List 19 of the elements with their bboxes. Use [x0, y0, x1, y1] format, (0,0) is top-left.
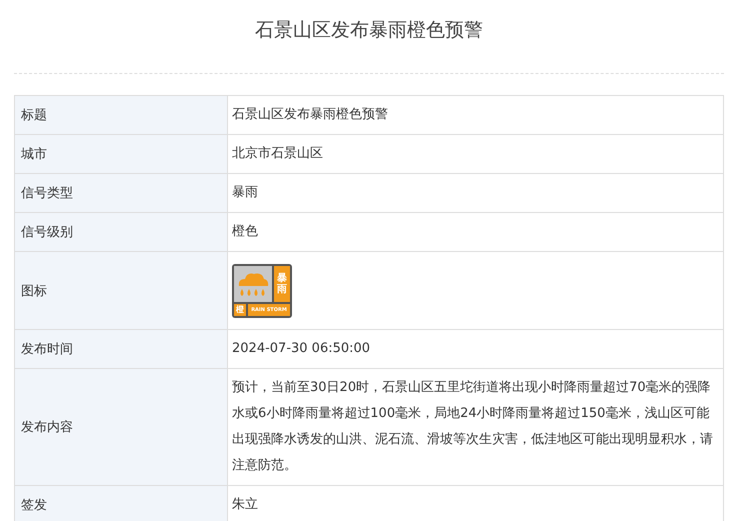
field-value: 2024-07-30 06:50:00: [232, 341, 370, 356]
field-label: 发布内容: [14, 368, 228, 486]
field-label: 信号级别: [14, 212, 228, 252]
page-title: 石景山区发布暴雨橙色预警: [254, 18, 484, 43]
rain-cloud-icon: [234, 266, 272, 302]
field-label: 签发: [14, 486, 228, 521]
signal-type-text: 暴雨: [277, 273, 287, 295]
field-value: 北京市石景山区: [232, 146, 323, 161]
field-label: 图标: [14, 252, 228, 330]
field-value: 朱立: [232, 497, 258, 512]
field-label: 城市: [14, 134, 228, 174]
field-label: 标题: [14, 96, 228, 134]
field-value: 橙色: [232, 224, 258, 239]
signal-level-text: 橙: [236, 304, 244, 316]
field-label: 信号类型: [14, 174, 228, 212]
field-value: 暴雨: [232, 185, 258, 200]
field-label: 发布时间: [14, 330, 228, 368]
field-value: 石景山区发布暴雨橙色预警: [232, 107, 388, 122]
field-value: 预计，当前至30日20时，石景山区五里坨街道将出现小时降雨量超过70毫米的强降水或6小时降雨量将超过100毫米，局地24小时降雨量将超过150毫米，浅山区可能出现强降水诱发的山洪、泥石流、滑坡等次生灾害，低洼地区可能出现明显积水，请注意防范。: [232, 380, 713, 473]
